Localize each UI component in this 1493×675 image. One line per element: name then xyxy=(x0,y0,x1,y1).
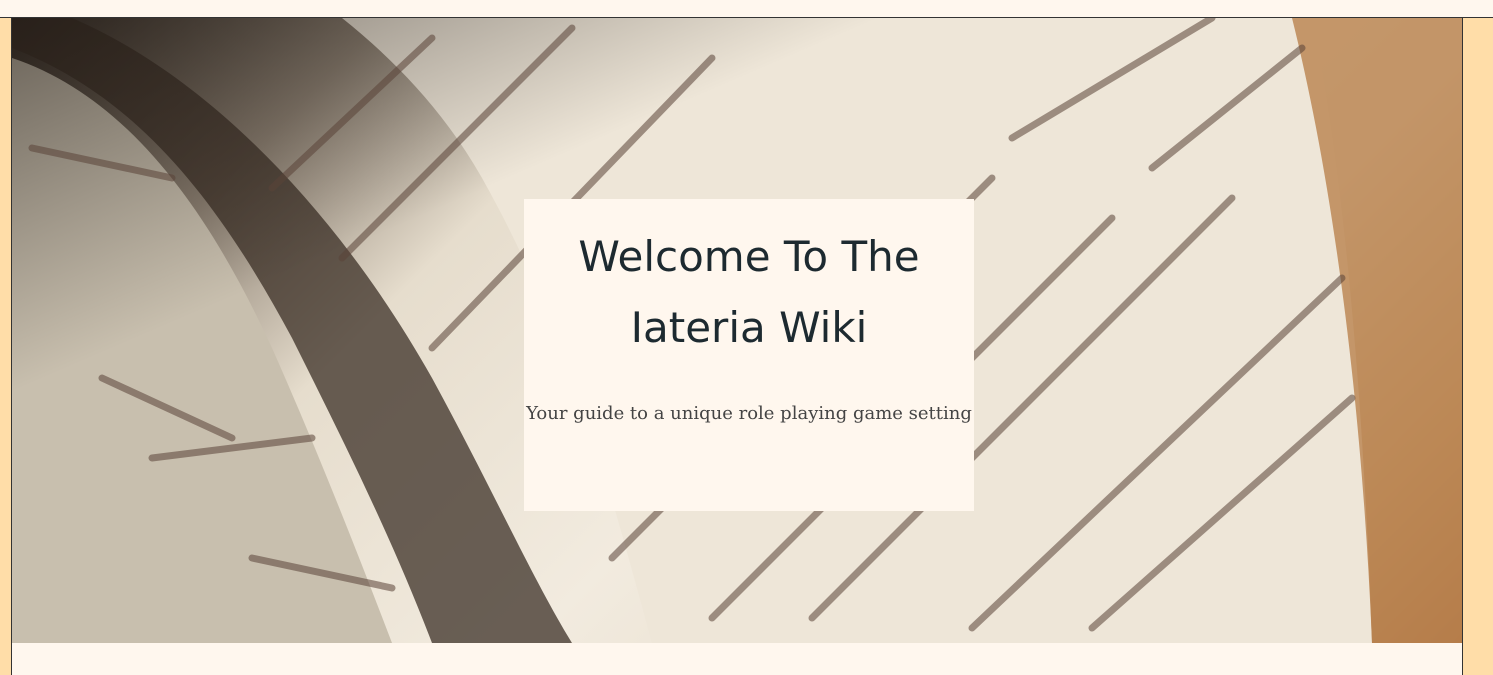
content-panel xyxy=(12,643,1462,675)
left-margin xyxy=(0,18,12,675)
hero-banner: Welcome To The Iateria Wiki Your guide t… xyxy=(12,18,1462,643)
top-bar xyxy=(0,0,1493,18)
page-subtitle: Your guide to a unique role playing game… xyxy=(526,403,972,424)
welcome-card: Welcome To The Iateria Wiki Your guide t… xyxy=(524,199,974,511)
right-margin xyxy=(1462,18,1493,675)
page-title: Welcome To The Iateria Wiki xyxy=(578,232,920,352)
